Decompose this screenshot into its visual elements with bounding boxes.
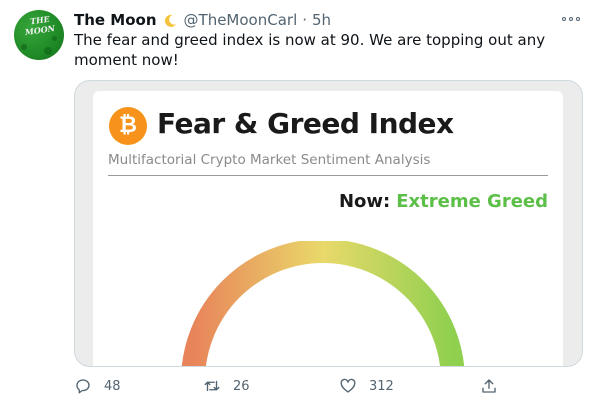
share-icon	[482, 379, 496, 393]
sentiment-readout: Now: Extreme Greed	[339, 191, 548, 212]
tweet-header: The Moon @TheMoonCarl · 5h	[74, 9, 582, 31]
crater	[52, 36, 57, 41]
more-options-icon[interactable]	[562, 13, 582, 25]
heart-icon	[340, 378, 356, 393]
separator: ·	[302, 11, 308, 29]
like-button[interactable]: 312	[339, 376, 394, 396]
crater	[44, 47, 52, 55]
card-title: Fear & Greed Index	[157, 107, 454, 140]
avatar[interactable]: THE MOON	[14, 10, 64, 60]
retweet-icon	[204, 380, 220, 392]
user-handle[interactable]: @TheMoonCarl	[184, 11, 298, 29]
fear-greed-card: ₿ Fear & Greed Index Multifactorial Cryp…	[93, 91, 563, 366]
bitcoin-icon: ₿	[109, 107, 147, 145]
crescent-moon-icon	[164, 14, 176, 27]
display-name[interactable]: The Moon	[74, 11, 157, 29]
reply-icon	[76, 379, 90, 394]
tweet-media[interactable]: ₿ Fear & Greed Index Multifactorial Cryp…	[74, 80, 583, 367]
tweet-text: The fear and greed index is now at 90. W…	[74, 31, 546, 69]
crater	[21, 44, 27, 50]
share-button[interactable]	[480, 376, 498, 396]
sentiment-value: Extreme Greed	[396, 191, 548, 212]
like-count: 312	[369, 378, 394, 394]
retweet-button[interactable]: 26	[203, 376, 250, 396]
card-subtitle: Multifactorial Crypto Market Sentiment A…	[108, 152, 431, 168]
timestamp[interactable]: 5h	[312, 11, 331, 29]
reply-button[interactable]: 48	[74, 376, 121, 396]
now-label: Now:	[338, 191, 391, 212]
tweet-actions: 48 26 312	[74, 376, 504, 396]
gauge-arc	[181, 241, 465, 366]
divider	[108, 175, 548, 176]
reply-count: 48	[104, 378, 121, 394]
retweet-count: 26	[233, 378, 250, 394]
